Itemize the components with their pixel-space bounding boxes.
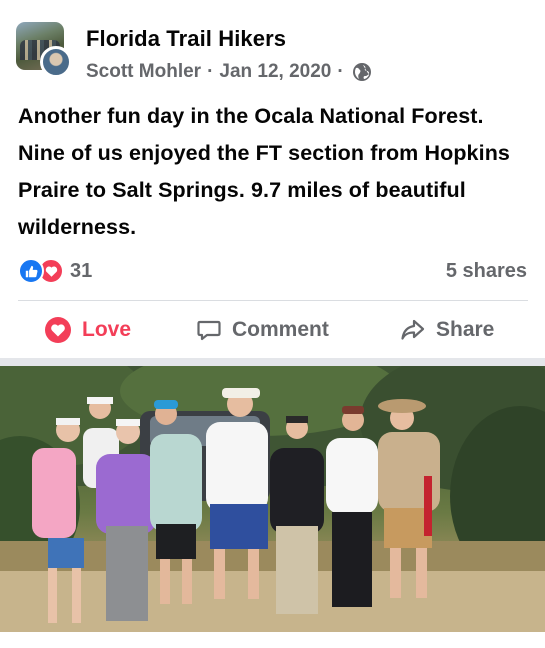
- comment-button[interactable]: Comment: [196, 312, 329, 348]
- love-button[interactable]: Love: [44, 312, 131, 348]
- post-text: Another fun day in the Ocala National Fo…: [18, 104, 510, 239]
- post-actions: Love Comment Share: [0, 304, 545, 354]
- post-meta: Scott Mohler · Jan 12, 2020 ·: [86, 61, 372, 83]
- group-hiking-photo[interactable]: [0, 366, 545, 632]
- share-button[interactable]: Share: [400, 312, 494, 348]
- photo-illustration: [0, 366, 545, 632]
- comment-icon: [197, 320, 221, 341]
- divider: [18, 300, 528, 301]
- post-header: Florida Trail Hikers Scott Mohler · Jan …: [0, 0, 545, 92]
- love-label: Love: [82, 318, 132, 341]
- reaction-count[interactable]: 31: [70, 260, 92, 283]
- post-stats: 31 5 shares: [0, 254, 545, 288]
- share-label: Share: [436, 318, 495, 341]
- bottom-spacer: [0, 632, 545, 648]
- like-reaction-icon: [18, 258, 44, 284]
- author-name[interactable]: Scott Mohler: [86, 61, 201, 83]
- post-date[interactable]: Jan 12, 2020: [219, 61, 331, 83]
- shares-count[interactable]: 5 shares: [446, 260, 527, 283]
- meta-separator: ·: [207, 61, 214, 82]
- reactions-summary[interactable]: 31: [18, 258, 92, 284]
- group-avatar[interactable]: [16, 22, 72, 78]
- comment-label: Comment: [232, 318, 329, 341]
- section-separator: [0, 358, 545, 366]
- group-name[interactable]: Florida Trail Hikers: [86, 26, 286, 52]
- meta-separator: ·: [337, 61, 344, 82]
- share-icon: [401, 319, 425, 340]
- author-avatar[interactable]: [40, 46, 72, 78]
- love-icon: [45, 317, 71, 343]
- globe-icon: [352, 63, 371, 81]
